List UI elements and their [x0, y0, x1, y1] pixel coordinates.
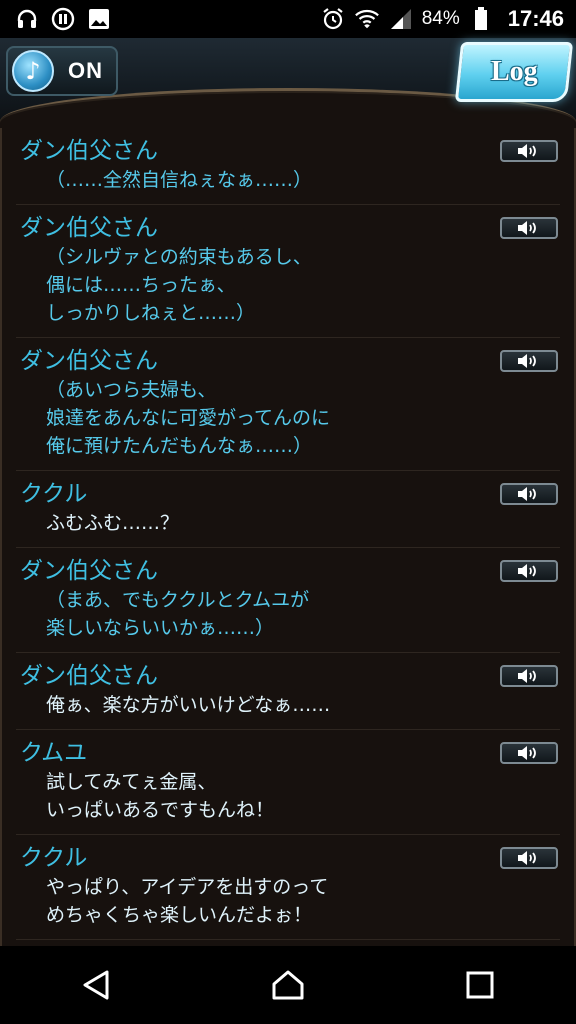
status-bar: 84% 17:46 — [0, 0, 576, 38]
speaker-icon — [518, 746, 536, 760]
music-note-icon: ♪ — [12, 50, 54, 92]
battery-percent: 84% — [421, 8, 460, 29]
log-button-label: Log — [490, 56, 538, 87]
voice-replay-button[interactable] — [500, 350, 558, 372]
speaker-name: ダン伯父さん — [20, 138, 158, 164]
speaker-name: ダン伯父さん — [20, 348, 158, 374]
clock: 17:46 — [507, 6, 564, 31]
voice-replay-button[interactable] — [500, 847, 558, 869]
voice-replay-button[interactable] — [500, 742, 558, 764]
log-entry: ククル やっぱり、アイデアを出すのって めちゃくちゃ楽しいんだよぉ！ — [16, 835, 560, 940]
navigation-bar — [0, 946, 576, 1024]
dialogue-line: ふむふむ……？ — [46, 512, 180, 534]
voice-replay-button[interactable] — [500, 483, 558, 505]
home-button[interactable] — [248, 955, 328, 1015]
log-entry: ダン伯父さん （まあ、でもククルとクムユが 楽しいならいいかぁ……） — [16, 548, 560, 653]
wifi-icon — [354, 6, 380, 32]
dialogue-line: 偶には……ちったぁ、 — [46, 274, 236, 296]
log-entry: ククル ふむふむ……？ — [16, 471, 560, 548]
speaker-icon — [518, 144, 536, 158]
back-icon — [83, 970, 109, 1000]
dialogue-line: 娘達をあんなに可愛がってんのに — [46, 407, 331, 429]
log-header: ♪ ON Log — [0, 38, 576, 131]
dialogue-line: しっかりしねぇと……） — [46, 302, 256, 324]
music-toggle-label: ON — [68, 58, 103, 83]
dialogue-line: （まあ、でもククルとクムユが — [46, 589, 310, 611]
dialogue-line: 俺ぁ、楽な方がいいけどなぁ…… — [46, 694, 331, 716]
speaker-name: クムユ — [20, 740, 88, 766]
log-entry: ダン伯父さん （あいつら夫婦も、 娘達をあんなに可愛がってんのに 俺に預けたんだ… — [16, 338, 560, 471]
alarm-icon — [320, 6, 346, 32]
voice-replay-button[interactable] — [500, 560, 558, 582]
pause-circle-icon — [50, 6, 76, 32]
voice-replay-button[interactable] — [500, 665, 558, 687]
headset-icon — [14, 6, 40, 32]
speaker-icon — [518, 851, 536, 865]
speaker-icon — [518, 487, 536, 501]
speaker-name: ダン伯父さん — [20, 663, 158, 689]
speaker-icon — [518, 221, 536, 235]
speaker-name: ダン伯父さん — [20, 215, 158, 241]
log-entry: ダン伯父さん （シルヴァとの約束もあるし、 偶には……ちったぁ、 しっかりしねぇ… — [16, 205, 560, 338]
dialogue-line: （あいつら夫婦も、 — [46, 379, 217, 401]
recents-icon — [466, 971, 494, 999]
signal-icon — [388, 6, 414, 32]
speaker-name: ククル — [20, 481, 88, 507]
dialogue-line: いっぱいあるですもんね！ — [46, 799, 275, 821]
voice-replay-button[interactable] — [500, 217, 558, 239]
dialogue-line: やっぱり、アイデアを出すのって — [46, 876, 329, 898]
back-button[interactable] — [56, 955, 136, 1015]
speaker-icon — [518, 354, 536, 368]
music-toggle-button[interactable]: ♪ ON — [6, 46, 118, 96]
dialogue-line: 俺に預けたんだもんなぁ……） — [46, 435, 313, 457]
speaker-icon — [518, 564, 536, 578]
dialogue-log-list[interactable]: ダン伯父さん （……全然自信ねぇなぁ……） ダン伯父さん （シルヴァとの約束もあ… — [0, 128, 576, 946]
dialogue-line: 楽しいならいいかぁ……） — [46, 617, 275, 639]
speaker-icon — [518, 669, 536, 683]
dialogue-line: めちゃくちゃ楽しいんだよぉ！ — [46, 904, 313, 926]
image-icon — [86, 6, 112, 32]
voice-replay-button[interactable] — [500, 140, 558, 162]
speaker-name: ダン伯父さん — [20, 558, 158, 584]
log-button[interactable]: Log — [454, 42, 574, 102]
battery-icon — [468, 6, 494, 32]
log-entry: ダン伯父さん 俺ぁ、楽な方がいいけどなぁ…… — [16, 653, 560, 730]
dialogue-line: （シルヴァとの約束もあるし、 — [46, 246, 312, 268]
log-entry: ダン伯父さん （……全然自信ねぇなぁ……） — [16, 128, 560, 205]
log-entry: クムユ 試してみてぇ金属、 いっぱいあるですもんね！ — [16, 730, 560, 835]
speaker-name: ククル — [20, 845, 88, 871]
dialogue-line: 試してみてぇ金属、 — [46, 771, 217, 793]
recents-button[interactable] — [440, 955, 520, 1015]
dialogue-line: （……全然自信ねぇなぁ……） — [46, 169, 313, 191]
home-icon — [272, 970, 304, 1000]
